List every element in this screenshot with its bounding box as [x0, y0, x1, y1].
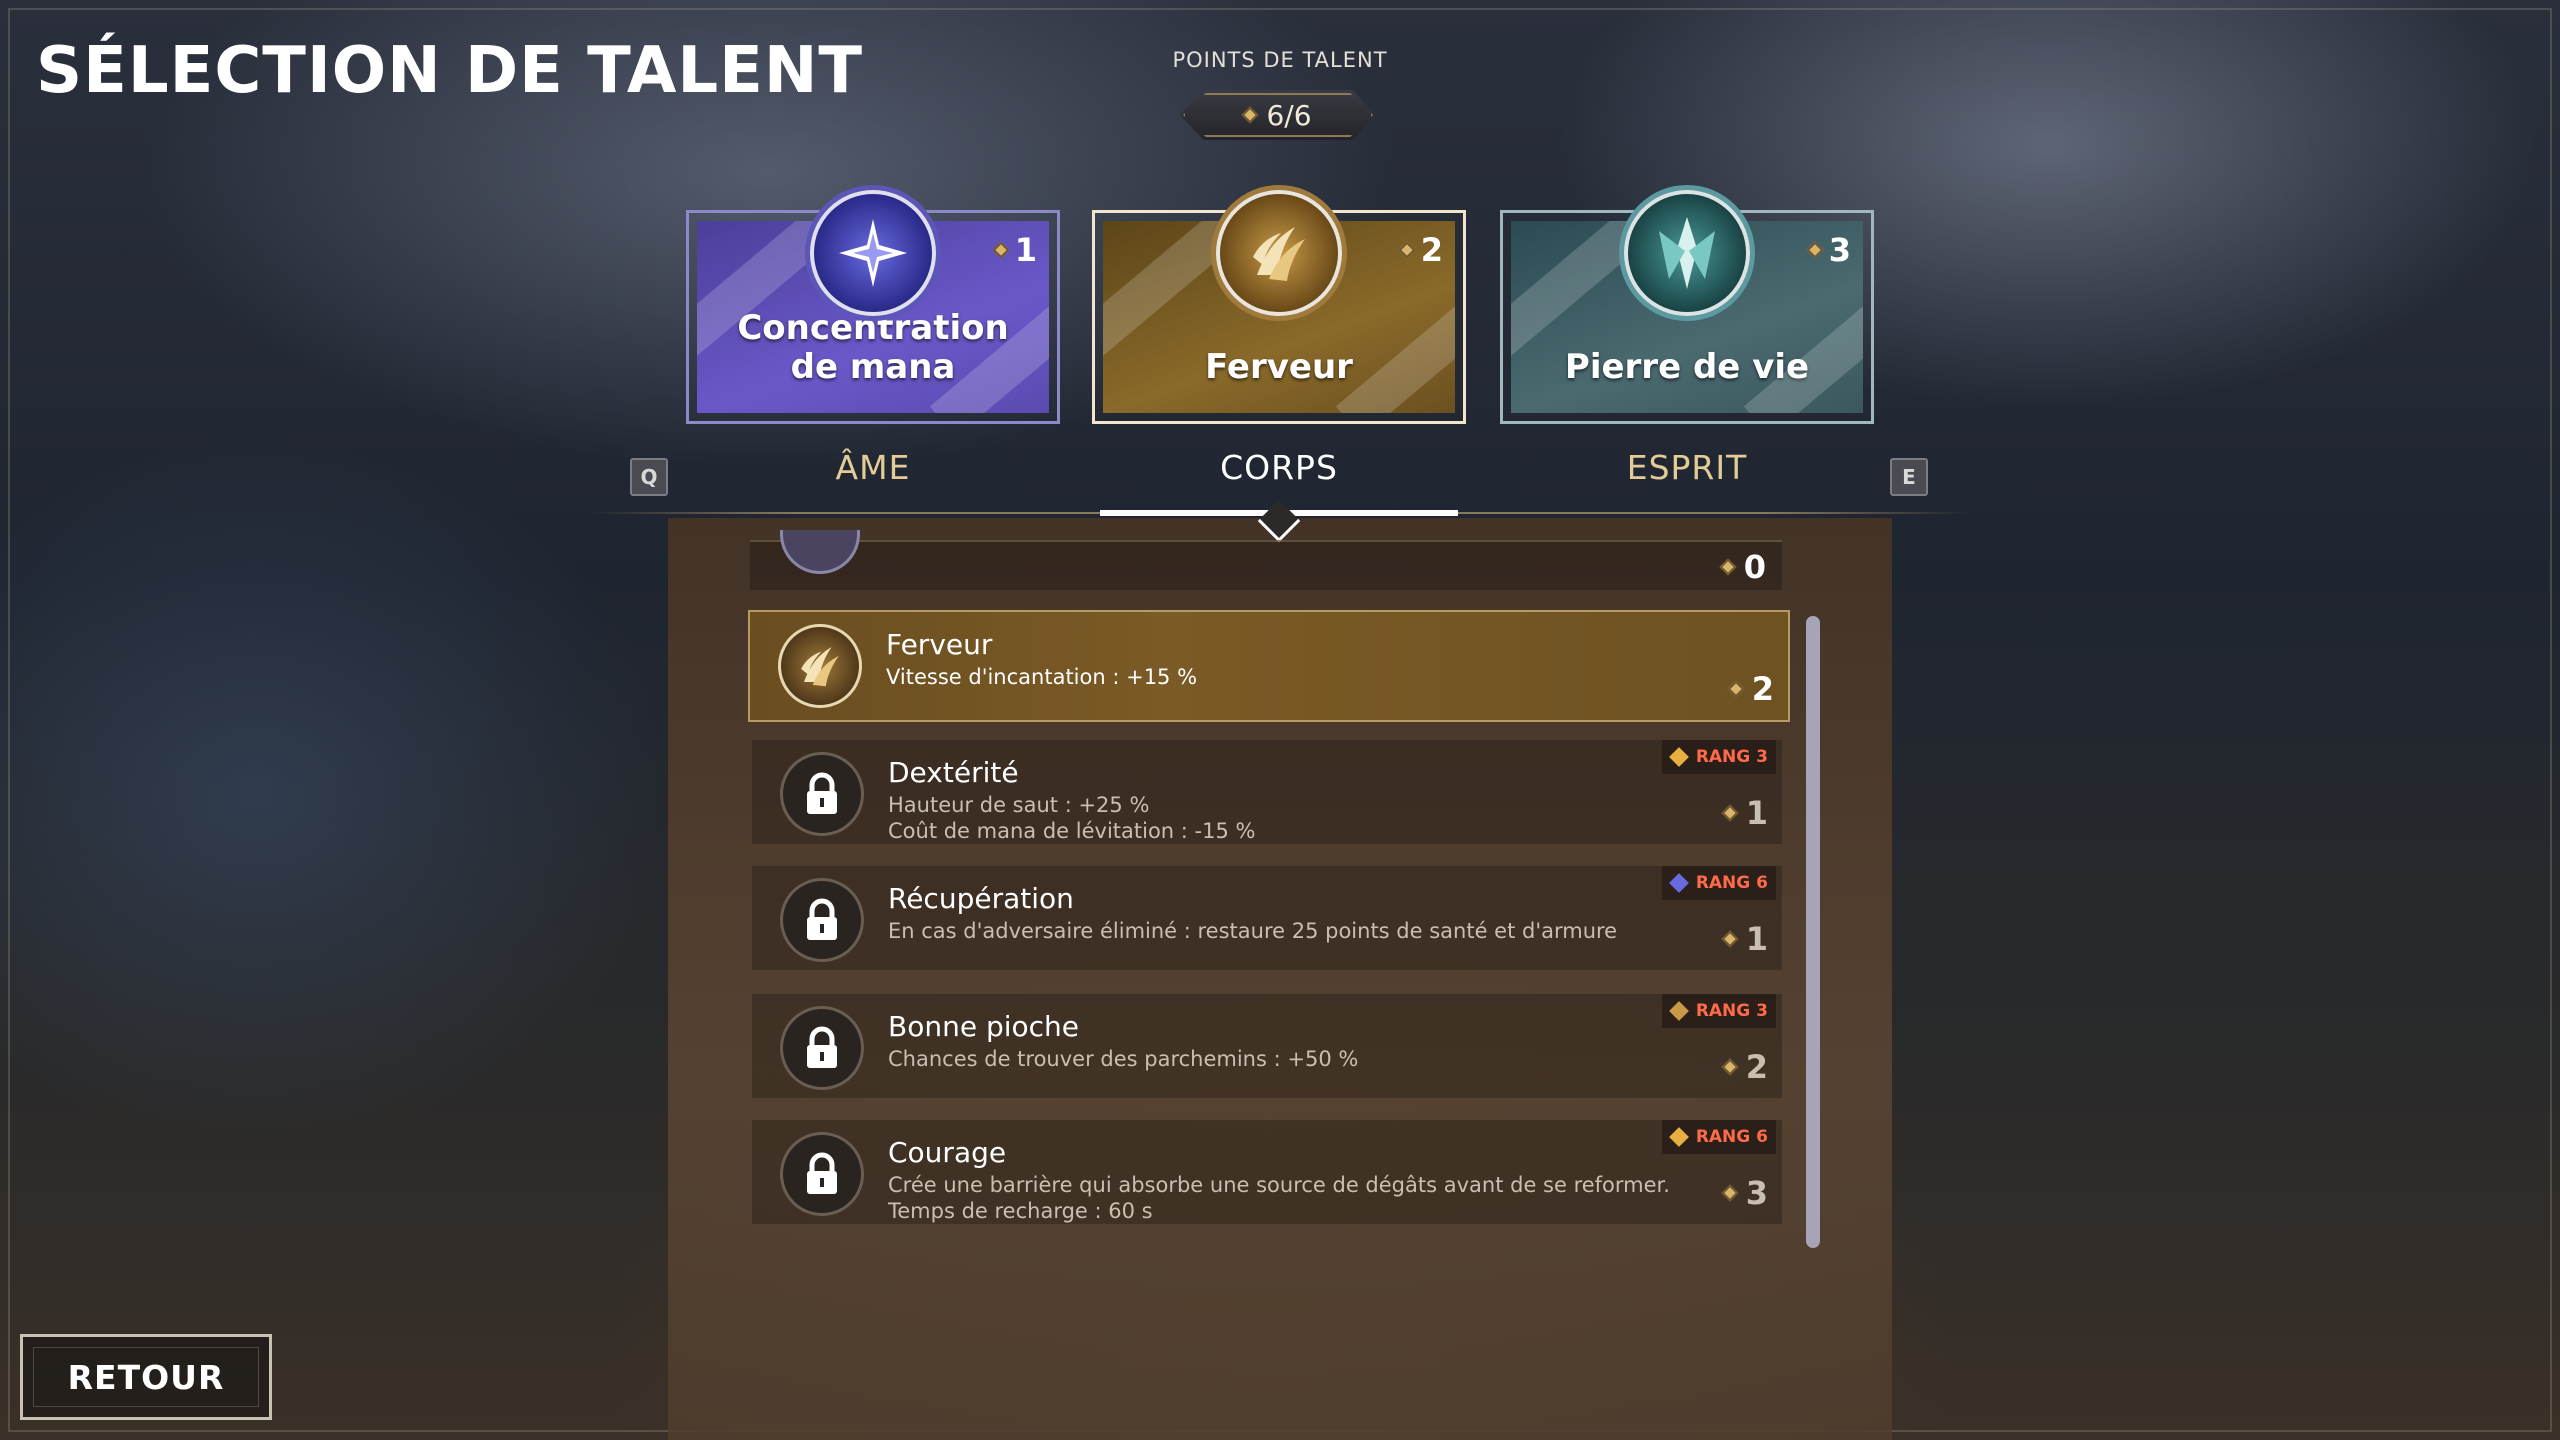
- list-scrollbar[interactable]: [1806, 616, 1820, 1248]
- talent-point-icon: [1719, 558, 1737, 576]
- talent-name: Dextérité: [888, 756, 1019, 789]
- list-item[interactable]: 0: [750, 530, 1782, 590]
- lock-icon: [780, 1006, 864, 1090]
- page-title: SÉLECTION DE TALENT: [36, 34, 864, 108]
- rank-requirement-badge: RANG 3: [1661, 740, 1776, 774]
- talent-name: Récupération: [888, 882, 1074, 915]
- talent-cost: 2: [1721, 1048, 1768, 1086]
- talent-point-icon: [1398, 241, 1416, 259]
- lock-icon: [780, 752, 864, 836]
- talent-point-icon: [1721, 930, 1739, 948]
- category-name: Ferveur: [1205, 346, 1353, 387]
- talent-point-icon: [1721, 1184, 1739, 1202]
- card-decoration: [1335, 264, 1455, 413]
- category-cost: 2: [1398, 231, 1443, 269]
- talent-row[interactable]: Bonne pioche Chances de trouver des parc…: [752, 994, 1782, 1098]
- talent-name: Ferveur: [886, 628, 993, 661]
- claw-flame-icon: [778, 624, 862, 708]
- prev-tab-key[interactable]: Q: [630, 458, 668, 496]
- rank-gem-icon: [1668, 1001, 1689, 1021]
- talent-cost: 2: [1727, 670, 1774, 708]
- tab-ame[interactable]: ÂME: [686, 448, 1060, 487]
- talent-cost: 1: [1721, 920, 1768, 958]
- talent-point-icon: [1241, 106, 1259, 124]
- claw-flame-icon: [1204, 178, 1354, 328]
- back-button[interactable]: RETOUR: [20, 1334, 272, 1420]
- rank-gem-icon: [1668, 873, 1689, 893]
- star-burst-icon: [798, 178, 948, 328]
- talent-description: Crée une barrière qui absorbe une source…: [888, 1173, 1670, 1223]
- talent-row[interactable]: Récupération En cas d'adversaire éliminé…: [752, 866, 1782, 970]
- talent-point-icon: [1806, 241, 1824, 259]
- talent-name: Bonne pioche: [888, 1010, 1080, 1043]
- rank-requirement-badge: RANG 6: [1661, 866, 1776, 900]
- talent-row[interactable]: Courage Crée une barrière qui absorbe un…: [752, 1120, 1782, 1224]
- talent-points-label: POINTS DE TALENT: [1172, 48, 1388, 72]
- card-decoration: [1743, 264, 1863, 413]
- category-cost: 1: [992, 231, 1037, 269]
- rank-gem-icon: [1668, 747, 1689, 767]
- talent-description: Chances de trouver des parchemins : +50 …: [888, 1047, 1359, 1071]
- talent-row-selected[interactable]: Ferveur Vitesse d'incantation : +15 % 2: [748, 610, 1790, 722]
- talent-description: Hauteur de saut : +25 % Coût de mana de …: [888, 793, 1256, 843]
- rank-requirement-badge: RANG 6: [1661, 1120, 1776, 1154]
- rank-gem-icon: [1668, 1127, 1689, 1147]
- talent-points-counter: 6/6: [1180, 90, 1376, 140]
- category-cost: 3: [1806, 231, 1851, 269]
- rank-requirement-badge: RANG 3: [1661, 994, 1776, 1028]
- talent-name: Courage: [888, 1136, 1007, 1169]
- crystal-icon: [1612, 178, 1762, 328]
- talent-description: Vitesse d'incantation : +15 %: [886, 665, 1198, 689]
- talent-point-icon: [1727, 680, 1745, 698]
- talent-points-value: 6/6: [1266, 98, 1312, 132]
- lock-icon: [780, 878, 864, 962]
- talent-point-icon: [1721, 1058, 1739, 1076]
- tab-esprit[interactable]: ESPRIT: [1500, 448, 1874, 487]
- talent-description: En cas d'adversaire éliminé : restaure 2…: [888, 919, 1618, 943]
- talent-row[interactable]: Dextérité Hauteur de saut : +25 % Coût d…: [752, 740, 1782, 844]
- next-tab-key[interactable]: E: [1890, 458, 1928, 496]
- lock-icon: [780, 1132, 864, 1216]
- talent-point-icon: [1721, 804, 1739, 822]
- tab-corps[interactable]: CORPS: [1092, 448, 1466, 487]
- talent-cost: 3: [1721, 1174, 1768, 1212]
- talent-icon-partial: [780, 530, 860, 574]
- talent-cost: 1: [1721, 794, 1768, 832]
- talent-point-icon: [992, 241, 1010, 259]
- talent-cost: 0: [1719, 548, 1766, 586]
